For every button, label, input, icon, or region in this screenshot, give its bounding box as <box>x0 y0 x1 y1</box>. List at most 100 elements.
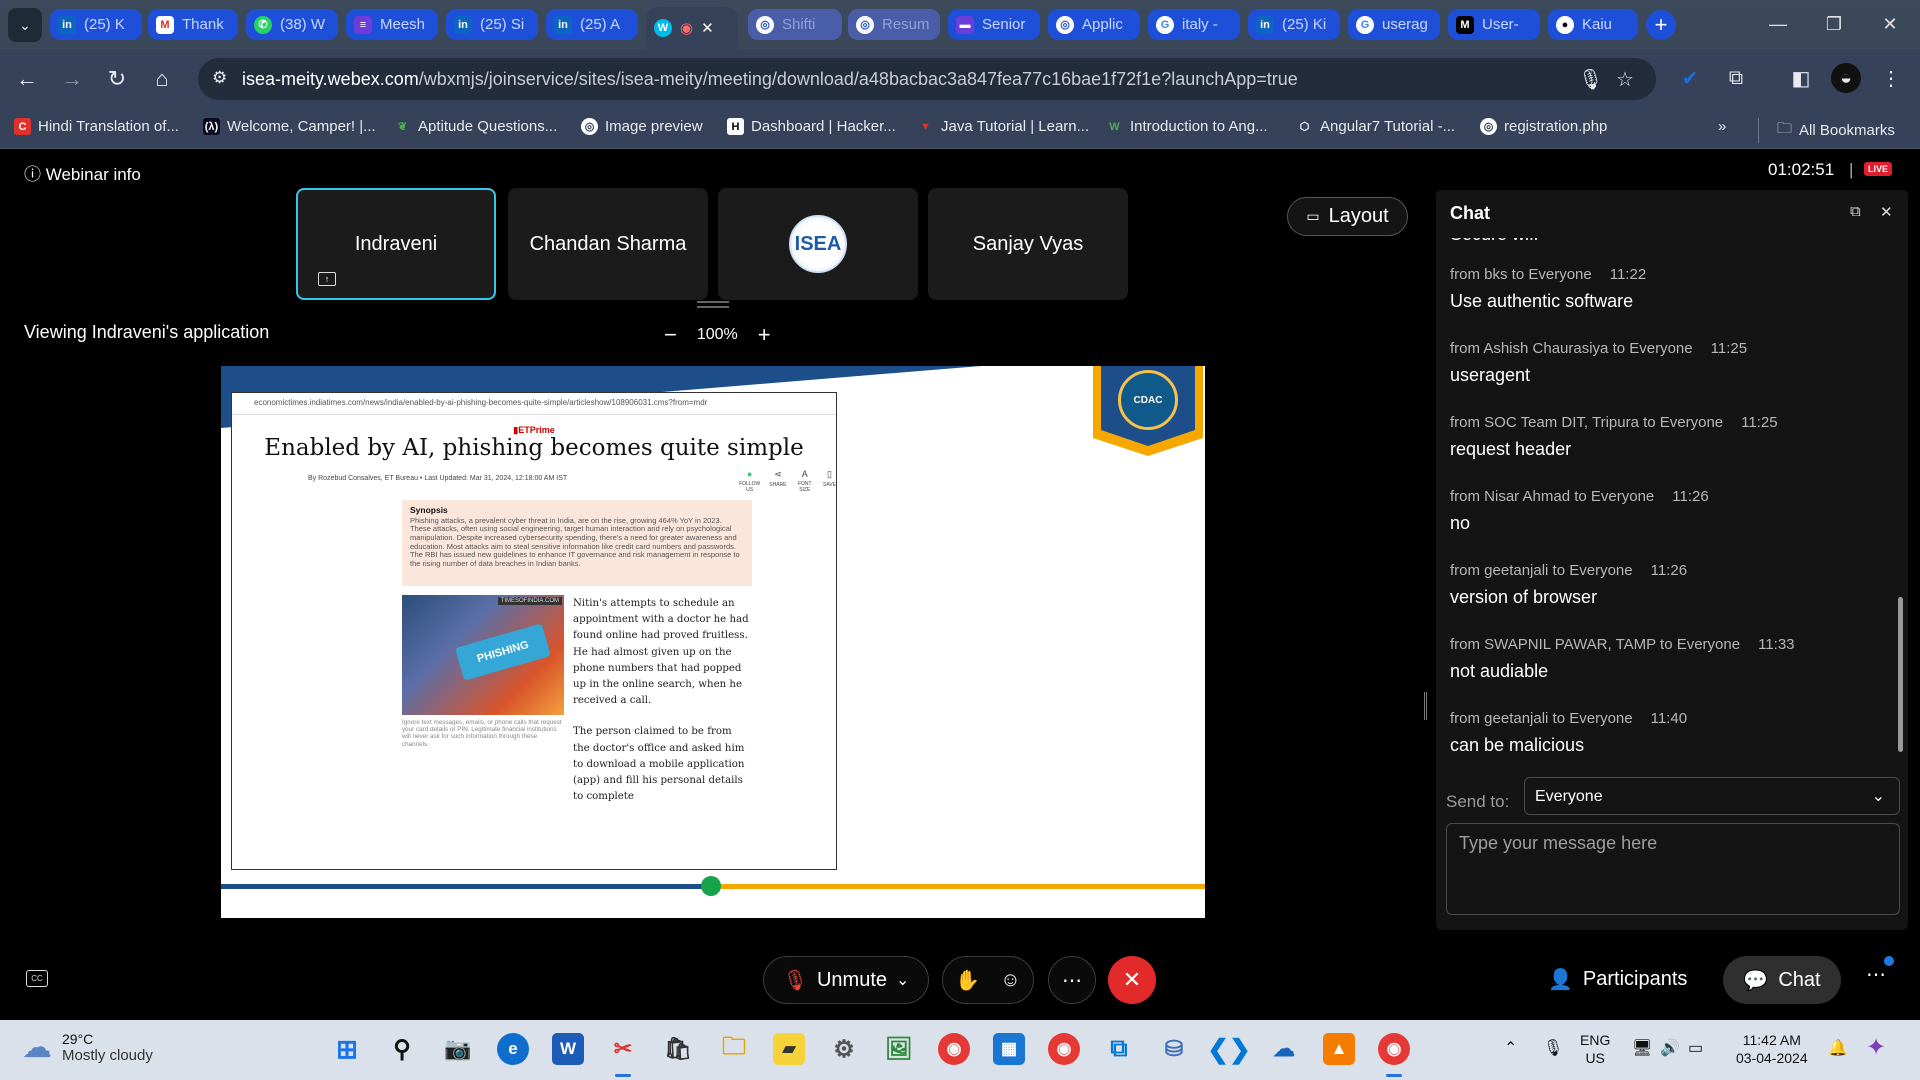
restore-button[interactable]: ❐ <box>1806 0 1862 49</box>
chat-scrollbar[interactable] <box>1898 597 1903 752</box>
close-tab-icon[interactable]: ✕ <box>701 19 714 37</box>
forward-button[interactable]: → <box>55 62 89 96</box>
bookmark-item[interactable]: ⬡ Angular7 Tutorial -... <box>1296 118 1455 135</box>
network-icon[interactable]: 🖥 <box>1632 1038 1652 1058</box>
filmstrip-resize-handle[interactable] <box>697 301 729 308</box>
more-options-button[interactable]: ⋯ <box>1048 956 1096 1004</box>
send-to-dropdown[interactable]: Everyone ⌄ <box>1524 777 1900 815</box>
calendar-icon[interactable]: ▦ <box>993 1033 1025 1065</box>
side-panel-icon[interactable]: ◧ <box>1786 63 1816 93</box>
chrome-icon[interactable]: ◉ <box>938 1033 970 1065</box>
tray-overflow-icon[interactable]: ⌃ <box>1504 1038 1517 1058</box>
browser-tab[interactable]: in (25) Si <box>446 9 538 40</box>
chat-message-list[interactable]: Secure wifi from bks to Everyone11:22 Us… <box>1436 222 1908 762</box>
microphone-tray-icon[interactable]: 🎙 <box>1543 1038 1563 1058</box>
browser-tab[interactable]: M Thank <box>148 9 238 40</box>
reload-button[interactable]: ↻ <box>100 62 134 96</box>
bookmark-item[interactable]: W Introduction to Ang... <box>1106 118 1267 135</box>
chrome-profile-icon[interactable]: ◉ <box>1048 1033 1080 1065</box>
popout-icon[interactable]: ⧉ <box>1850 203 1861 220</box>
back-button[interactable]: ← <box>10 62 44 96</box>
browser-tab-active[interactable]: W ◉ ✕ <box>646 7 738 49</box>
browser-tab[interactable]: in (25) K <box>50 9 142 40</box>
browser-tab[interactable]: in (25) Ki <box>1248 9 1340 40</box>
bookmark-item[interactable]: H Dashboard | Hacker... <box>727 118 896 135</box>
leave-meeting-button[interactable]: ✕ <box>1108 956 1156 1004</box>
extension-check-icon[interactable]: ✔ <box>1675 63 1705 93</box>
bookmark-star-icon[interactable]: ☆ <box>1616 67 1634 92</box>
close-icon[interactable]: ✕ <box>1880 203 1893 221</box>
webinar-info-button[interactable]: ⓘ Webinar info <box>24 160 141 185</box>
address-bar[interactable]: ⚙ isea-meity.webex.com/wbxmjs/joinservic… <box>198 58 1656 100</box>
network-tool-icon[interactable]: ⛁ <box>1158 1033 1190 1065</box>
shared-screen[interactable]: CDAC economictimes.indiatimes.com/news/i… <box>221 366 1205 918</box>
closed-captions-button[interactable]: CC <box>26 970 48 987</box>
more-panels-button[interactable]: ⋯ <box>1866 962 1886 987</box>
all-bookmarks-button[interactable]: 🗀 All Bookmarks <box>1758 118 1895 143</box>
participants-button[interactable]: 👤 Participants <box>1548 967 1687 992</box>
raise-hand-icon[interactable]: ✋ <box>955 968 980 993</box>
edge-icon[interactable]: e <box>497 1033 529 1065</box>
volume-icon[interactable]: 🔊 <box>1660 1038 1680 1058</box>
zoom-in-button[interactable]: + <box>758 322 771 348</box>
clock[interactable]: 11:42 AM 03-04-2024 <box>1736 1031 1808 1067</box>
close-window-button[interactable]: ✕ <box>1862 0 1918 49</box>
windows-start-icon[interactable]: ⊞ <box>331 1033 363 1065</box>
weather-widget[interactable]: ☁ 29°C Mostly cloudy <box>22 1030 153 1065</box>
word-icon[interactable]: W <box>552 1033 584 1065</box>
bookmark-item[interactable]: ❦ Aptitude Questions... <box>394 118 557 135</box>
cloud-app-icon[interactable]: ☁ <box>1268 1033 1300 1065</box>
zoom-out-button[interactable]: − <box>664 322 677 348</box>
reactions-icon[interactable]: ☺ <box>1000 969 1020 992</box>
office-app-icon[interactable]: ▲ <box>1323 1033 1355 1065</box>
unmute-button[interactable]: 🎙 Unmute ⌄ <box>763 956 929 1004</box>
new-tab-button[interactable]: + <box>1646 10 1676 40</box>
photos-icon[interactable]: 🖼 <box>883 1033 915 1065</box>
bookmark-item[interactable]: (λ) Welcome, Camper! |... <box>203 118 376 135</box>
participant-tile[interactable]: Chandan Sharma <box>508 188 708 300</box>
browser-tab[interactable]: Guserag <box>1348 9 1440 40</box>
bookmark-item[interactable]: ◎ registration.php <box>1480 118 1607 135</box>
browser-menu-icon[interactable]: ⋮ <box>1876 63 1906 93</box>
browser-tab[interactable]: Gitaly - <box>1148 9 1240 40</box>
vscode-icon[interactable]: ❮❯ <box>1207 1033 1251 1065</box>
site-info-icon[interactable]: ⚙ <box>212 68 227 88</box>
remote-desktop-icon[interactable]: ⧉ <box>1103 1033 1135 1065</box>
browser-tab[interactable]: M User- <box>1448 9 1540 40</box>
browser-tab[interactable]: ● Kaiu <box>1548 9 1638 40</box>
chat-button[interactable]: 💬 Chat <box>1723 956 1841 1004</box>
layout-button[interactable]: ▭ Layout <box>1287 197 1408 236</box>
store-icon[interactable]: 🛍 <box>662 1033 694 1065</box>
browser-tab[interactable]: ▬ Senior <box>948 9 1040 40</box>
home-button[interactable]: ⌂ <box>145 62 179 96</box>
camera-icon[interactable]: 📷 <box>442 1033 474 1065</box>
browser-tab[interactable]: ◎ Applic <box>1048 9 1140 40</box>
browser-tab[interactable]: in (25) A <box>546 9 638 40</box>
participant-tile[interactable]: Indraveni ↑ <box>296 188 496 300</box>
bookmark-item[interactable]: ▼ Java Tutorial | Learn... <box>917 118 1089 135</box>
browser-tab[interactable]: ✆ (38) W <box>246 9 338 40</box>
minimize-button[interactable]: — <box>1750 0 1806 49</box>
sticky-notes-icon[interactable]: ▰ <box>773 1033 805 1065</box>
browser-tab[interactable]: ≡ Meesh <box>346 9 438 40</box>
settings-icon[interactable]: ⚙ <box>828 1033 860 1065</box>
extensions-icon[interactable]: ⧉ <box>1721 63 1751 93</box>
file-explorer-icon[interactable]: 🗀 <box>718 1033 750 1065</box>
copilot-icon[interactable]: ✦ <box>1866 1033 1886 1062</box>
search-icon[interactable]: ⚲ <box>386 1033 418 1065</box>
chrome-active-icon[interactable]: ◉ <box>1378 1033 1410 1065</box>
notification-bell-icon[interactable]: 🔔 <box>1828 1038 1848 1058</box>
bookmark-item[interactable]: C Hindi Translation of... <box>14 118 179 135</box>
browser-tab[interactable]: ◎ Resum <box>848 9 940 40</box>
tab-search-button[interactable]: ⌄ <box>8 8 42 42</box>
microphone-icon[interactable]: 🎙 <box>1578 67 1603 92</box>
chat-message-input[interactable]: Type your message here <box>1446 823 1900 915</box>
participant-tile[interactable]: ISEA <box>718 188 918 300</box>
battery-icon[interactable]: ▭ <box>1688 1038 1703 1058</box>
panel-resize-handle[interactable] <box>1424 692 1427 720</box>
bookmarks-overflow-button[interactable]: » <box>1718 118 1726 135</box>
bookmark-item[interactable]: ◎ Image preview <box>581 118 703 135</box>
snipping-tool-icon[interactable]: ✂ <box>607 1033 639 1065</box>
browser-tab[interactable]: ◎ Shifti <box>748 9 842 40</box>
url-text[interactable]: isea-meity.webex.com/wbxmjs/joinservice/… <box>242 69 1298 90</box>
